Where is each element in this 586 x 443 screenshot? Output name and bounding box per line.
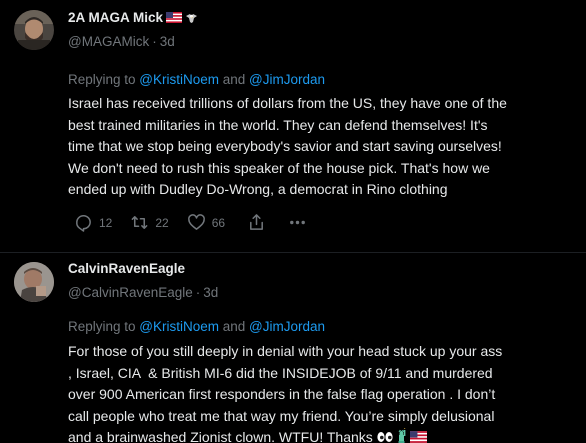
timestamp[interactable]: 3d: [203, 285, 218, 300]
avatar-image: [14, 262, 54, 302]
more-button[interactable]: [288, 213, 307, 232]
us-flag-icon: [166, 12, 183, 23]
avatar[interactable]: [14, 262, 54, 302]
timeline: 2A MAGA Mick @MAGAMick · 3d Replying to …: [0, 0, 586, 443]
like-icon: [187, 214, 205, 230]
tweet[interactable]: 2A MAGA Mick @MAGAMick · 3d Replying to …: [0, 0, 586, 252]
handle-line: @MAGAMick · 3d: [68, 34, 198, 49]
separator-dot: ·: [195, 285, 201, 300]
tweet-actions: 12 22 66: [74, 213, 307, 232]
separator-dot: ·: [152, 34, 157, 49]
reply-button[interactable]: 12: [74, 213, 112, 232]
eyes-icon: [377, 432, 393, 442]
repost-button[interactable]: 22: [130, 213, 169, 232]
handle[interactable]: @MAGAMick: [68, 34, 149, 49]
display-name[interactable]: CalvinRavenEagle: [68, 261, 185, 276]
share-button[interactable]: [247, 213, 266, 232]
mention-link[interactable]: @KristiNoem: [139, 319, 219, 334]
replying-and: and: [219, 72, 250, 87]
reply-icon: [76, 215, 91, 232]
replying-to: Replying to @KristiNoem and @JimJordan: [68, 319, 325, 334]
tweet-header: CalvinRavenEagle @CalvinRavenEagle · 3d: [68, 260, 218, 300]
reply-count: 12: [99, 215, 113, 230]
mention-link[interactable]: @KristiNoem: [139, 72, 219, 87]
replying-and: and: [219, 319, 250, 334]
us-flag-icon: [409, 431, 427, 443]
eagle-icon: [186, 13, 198, 23]
more-icon: [290, 220, 305, 225]
mention-link[interactable]: @JimJordan: [249, 319, 325, 334]
repost-count: 22: [155, 215, 169, 230]
tweet[interactable]: CalvinRavenEagle @CalvinRavenEagle · 3d Re…: [0, 252, 586, 443]
avatar[interactable]: [14, 10, 54, 50]
replying-to: Replying to @KristiNoem and @JimJordan: [68, 72, 325, 87]
display-name-text[interactable]: CalvinRavenEagle: [68, 261, 185, 276]
display-name-text[interactable]: 2A MAGA Mick: [68, 10, 163, 25]
tweet-text: For those of you still deeply in denial …: [68, 341, 574, 443]
like-button[interactable]: 66: [187, 213, 225, 232]
statue-of-liberty-icon: [398, 428, 406, 443]
tweet-text: Israel has received trillions of dollars…: [68, 95, 507, 197]
tweet-text-content: For those of you still deeply in denial …: [68, 343, 503, 443]
share-icon: [250, 214, 264, 230]
repost-icon: [131, 216, 148, 229]
display-name[interactable]: 2A MAGA Mick: [68, 10, 198, 25]
like-count: 66: [211, 215, 226, 230]
mention-link[interactable]: @JimJordan: [249, 72, 325, 87]
replying-prefix: Replying to: [68, 319, 140, 334]
tweet-header: 2A MAGA Mick @MAGAMick · 3d: [68, 9, 198, 49]
handle-line: @CalvinRavenEagle · 3d: [68, 285, 218, 300]
avatar-image: [14, 10, 54, 50]
timestamp[interactable]: 3d: [160, 34, 175, 49]
replying-prefix: Replying to: [68, 72, 140, 87]
handle[interactable]: @CalvinRavenEagle: [68, 285, 193, 300]
